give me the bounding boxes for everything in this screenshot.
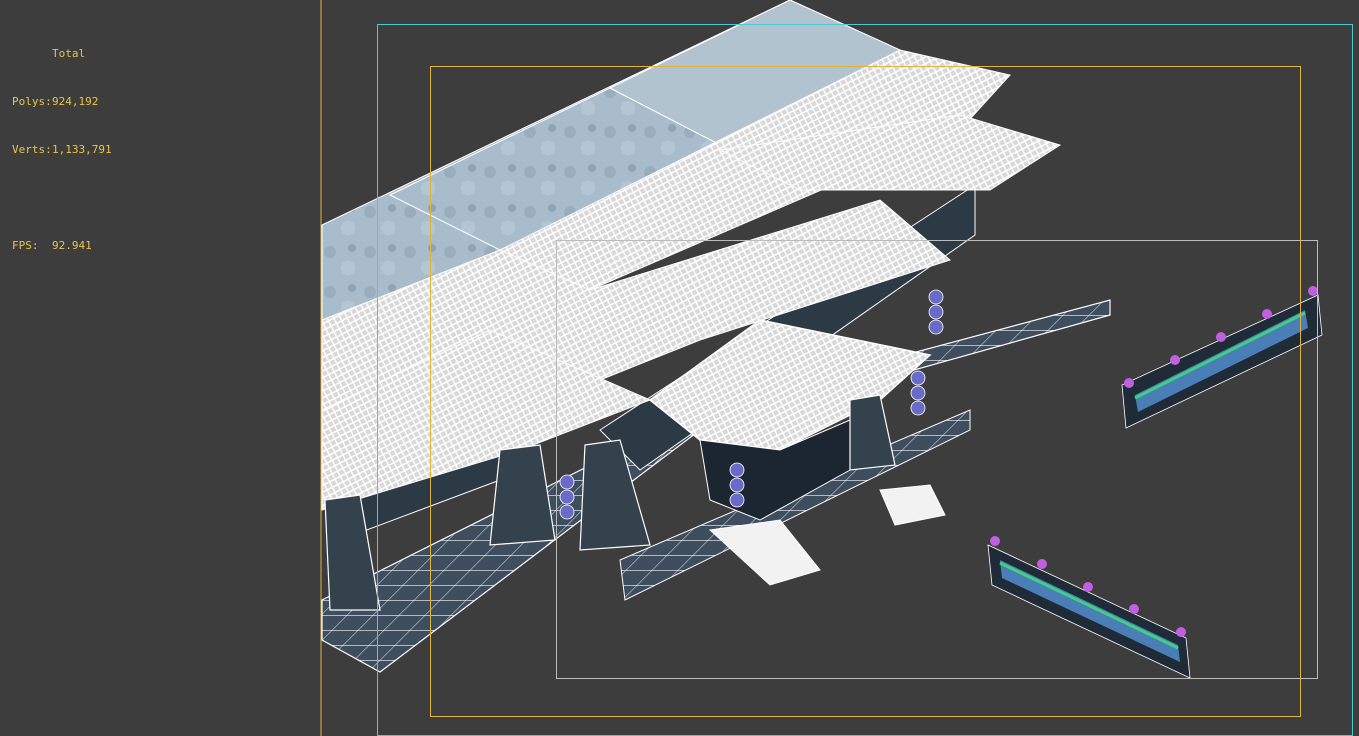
gate-steps [708, 519, 821, 586]
3d-viewport[interactable]: Total Polys:924,192 Verts:1,133,791 FPS:… [0, 0, 1359, 736]
scene-render[interactable] [0, 0, 1359, 736]
lantern-icon [928, 289, 944, 335]
lantern-icon [559, 474, 575, 520]
lantern-icon [910, 370, 926, 416]
front-pillar-left [489, 444, 556, 546]
lantern-icon [729, 462, 745, 508]
side-steps [879, 484, 946, 526]
railing-right [1121, 286, 1323, 429]
gate-pillar [849, 394, 896, 471]
railing-bottom [987, 536, 1191, 679]
